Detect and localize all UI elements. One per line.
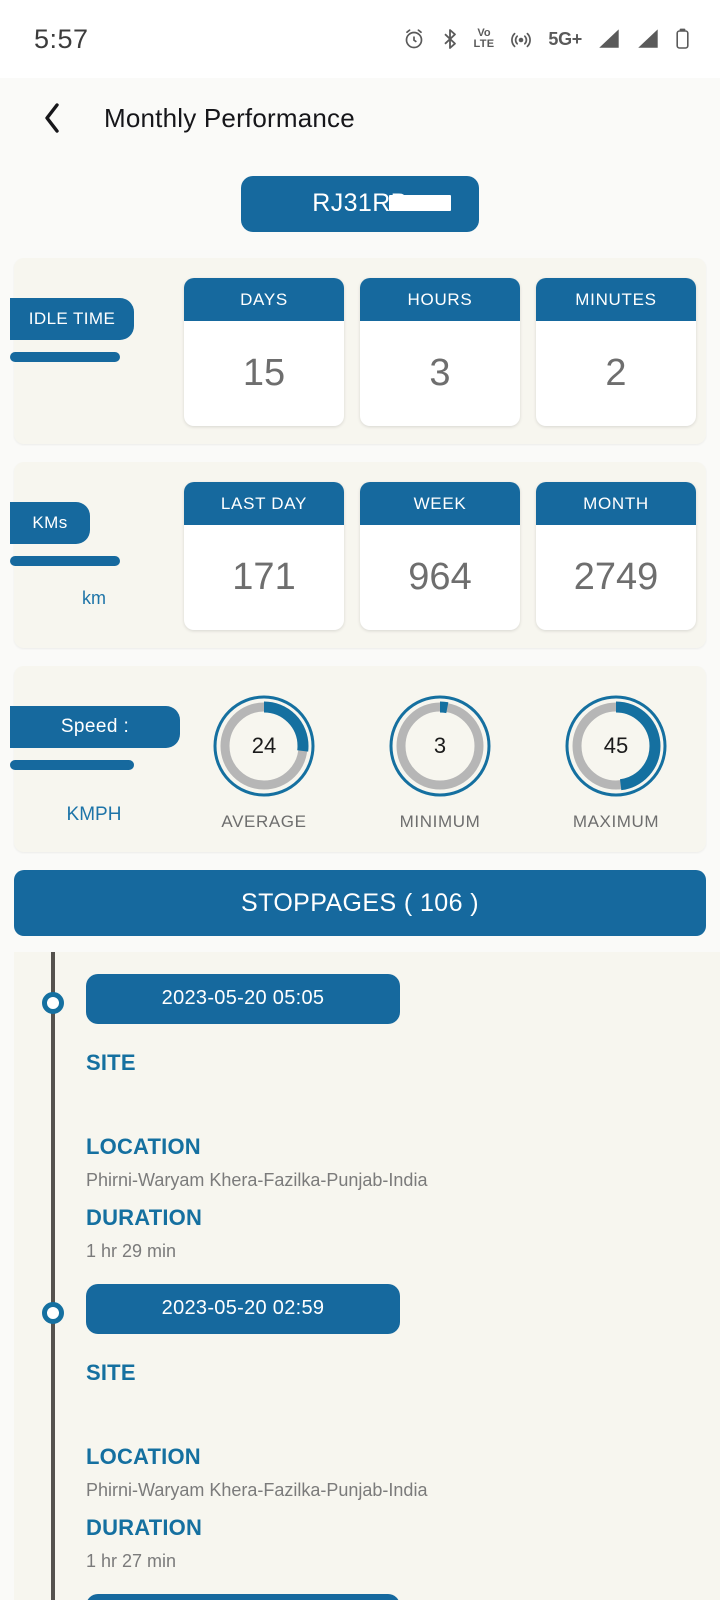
bluetooth-icon: [441, 27, 459, 51]
stoppages-header[interactable]: STOPPAGES ( 106 ): [14, 870, 706, 936]
back-button[interactable]: [32, 98, 72, 138]
metric-hours: HOURS 3: [360, 278, 520, 426]
alarm-icon: [402, 27, 426, 51]
metric-month-label: MONTH: [536, 482, 696, 525]
status-bar-clock: 5:57: [34, 23, 89, 54]
gauge-average: 24 AVERAGE: [184, 694, 344, 832]
metric-week-label: WEEK: [360, 482, 520, 525]
signal-1-icon: [597, 27, 621, 51]
metric-days: DAYS 15: [184, 278, 344, 426]
stoppages-timeline: 2023-05-20 05:05 SITE LOCATION Phirni-Wa…: [14, 952, 720, 1600]
timeline-dot-icon: [42, 1302, 64, 1324]
status-bar-icons: Vo LTE 5G+: [402, 27, 690, 51]
metric-minutes-value: 2: [605, 352, 627, 394]
timeline-dot-icon: [42, 992, 64, 1014]
metric-minutes: MINUTES 2: [536, 278, 696, 426]
metric-month: MONTH 2749: [536, 482, 696, 630]
gauge-average-dial: 24: [212, 694, 316, 798]
kms-metrics: LAST DAY 171 WEEK 964 MONTH 2749: [184, 482, 696, 630]
stoppage-time: 2023-05-20 05:05: [86, 974, 400, 1024]
metric-last-day: LAST DAY 171: [184, 482, 344, 630]
hotspot-icon: [509, 27, 533, 51]
vehicle-number-row: RJ31RB: [0, 176, 720, 232]
list-item[interactable]: 2023-05-20 00:46 SITE: [86, 1572, 720, 1600]
stoppage-location-value: Phirni-Waryam Khera-Fazilka-Punjab-India: [86, 1170, 428, 1190]
stoppage-time: 2023-05-20 00:46: [86, 1594, 400, 1600]
stoppage-duration-label: DURATION: [86, 1515, 203, 1540]
idle-time-badge-column: IDLE TIME: [10, 258, 194, 444]
stoppage-duration-value: 1 hr 29 min: [86, 1241, 177, 1261]
gauge-maximum-label: MAXIMUM: [572, 812, 660, 831]
vehicle-number-chip[interactable]: RJ31RB: [241, 176, 479, 232]
battery-icon: [675, 27, 690, 51]
stoppage-location-label: LOCATION: [86, 1444, 201, 1469]
gauge-average-label: AVERAGE: [221, 812, 307, 831]
metric-last-day-value: 171: [232, 556, 296, 598]
redaction-mask: [389, 195, 451, 211]
speed-badge: Speed :: [10, 706, 180, 748]
kms-unit-label: km: [82, 588, 106, 608]
app-screen: Monthly Performance RJ31RB IDLE TIME DAY…: [0, 78, 720, 1600]
stoppage-site-value: [86, 1086, 720, 1108]
stoppage-location-value: Phirni-Waryam Khera-Fazilka-Punjab-India: [86, 1480, 428, 1500]
gauge-average-value: 24: [251, 733, 277, 758]
idle-time-badge: IDLE TIME: [10, 298, 134, 340]
speed-gauges: 24 AVERAGE 3 MINIMUM 45 MAXIMUM: [184, 694, 696, 832]
page-title: Monthly Performance: [104, 102, 355, 133]
kms-underline: [10, 556, 120, 566]
metric-week: WEEK 964: [360, 482, 520, 630]
gauge-minimum-dial: 3: [388, 694, 492, 798]
stoppage-site-value: [86, 1396, 720, 1418]
speed-underline: [10, 760, 134, 770]
timeline-axis: [51, 952, 55, 1600]
metric-hours-label: HOURS: [360, 278, 520, 321]
metric-minutes-label: MINUTES: [536, 278, 696, 321]
kms-badge: KMs: [10, 502, 90, 544]
speed-unit-label: KMPH: [66, 804, 122, 825]
stoppage-site-label: SITE: [86, 1050, 136, 1075]
gauge-minimum-label: MINIMUM: [399, 812, 481, 831]
metric-hours-value: 3: [429, 352, 451, 394]
stoppage-location-label: LOCATION: [86, 1134, 201, 1159]
stoppage-time: 2023-05-20 02:59: [86, 1284, 400, 1334]
metric-week-value: 964: [408, 556, 472, 598]
stoppage-site-label: SITE: [86, 1360, 136, 1385]
chevron-left-icon: [45, 103, 59, 133]
kms-card: KMs km LAST DAY 171 WEEK 964 MONTH 2749: [10, 462, 706, 648]
kms-badge-column: KMs km: [10, 462, 194, 648]
speed-badge-column: Speed : KMPH: [10, 666, 194, 852]
gauge-maximum-dial: 45: [564, 694, 668, 798]
gauge-maximum: 45 MAXIMUM: [536, 694, 696, 832]
idle-time-metrics: DAYS 15 HOURS 3 MINUTES 2: [184, 278, 696, 426]
idle-time-card: IDLE TIME DAYS 15 HOURS 3 MINUTES 2: [10, 258, 706, 444]
list-item[interactable]: 2023-05-20 05:05 SITE LOCATION Phirni-Wa…: [42, 952, 720, 1262]
stoppage-duration-value: 1 hr 27 min: [86, 1551, 177, 1571]
list-item[interactable]: 2023-05-20 02:59 SITE LOCATION Phirni-Wa…: [42, 1262, 720, 1572]
stoppage-duration-label: DURATION: [86, 1205, 203, 1230]
5g-plus-icon: 5G+: [548, 28, 582, 49]
metric-last-day-label: LAST DAY: [184, 482, 344, 525]
gauge-maximum-value: 45: [603, 733, 629, 758]
gauge-minimum: 3 MINIMUM: [360, 694, 520, 832]
status-bar: 5:57 Vo LTE 5G+: [0, 0, 720, 78]
signal-2-icon: [636, 27, 660, 51]
speed-card: Speed : KMPH 24 AVERAGE 3 MINIMUM 45 MAX…: [10, 666, 706, 852]
idle-time-underline: [10, 352, 120, 362]
gauge-minimum-value: 3: [433, 733, 447, 758]
app-bar: Monthly Performance: [0, 78, 720, 158]
volte-icon: Vo LTE: [473, 27, 495, 50]
metric-month-value: 2749: [573, 556, 659, 598]
metric-days-value: 15: [242, 352, 286, 394]
metric-days-label: DAYS: [184, 278, 344, 321]
